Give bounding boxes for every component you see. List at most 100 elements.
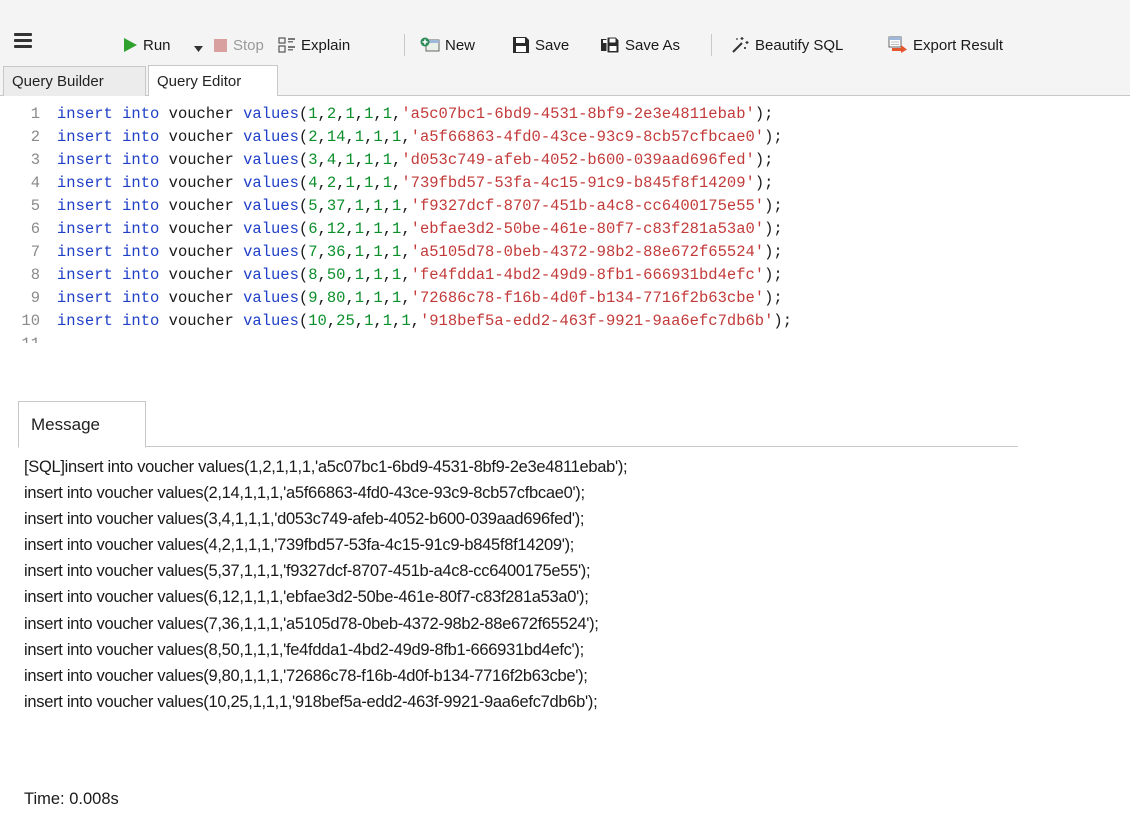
sql-number: 1 (373, 220, 383, 238)
punctuation: , (326, 312, 337, 330)
tab-message[interactable]: Message (18, 401, 146, 448)
message-line: insert into voucher values(5,37,1,1,1,'f… (24, 562, 591, 581)
punctuation: , (392, 151, 402, 169)
sql-keyword: values (243, 151, 299, 169)
line-number: 3 (30, 151, 40, 169)
sql-keyword: values (243, 289, 299, 307)
tab-label: Message (31, 414, 100, 434)
sql-number: 1 (345, 174, 355, 192)
sql-number: 1 (354, 243, 365, 261)
line-number: 7 (30, 243, 40, 261)
punctuation: , (401, 220, 411, 238)
sql-number: 1 (373, 197, 383, 215)
sql-number: 1 (354, 197, 365, 215)
punctuation: ); (754, 174, 774, 192)
sql-number: 1 (382, 151, 393, 169)
punctuation: ); (764, 220, 783, 238)
punctuation: ( (298, 105, 309, 123)
sql-keyword: insert (57, 312, 113, 330)
code-line: 6 insert into voucher values(6,12,1,1,1,'… (0, 218, 783, 241)
save-button[interactable]: Save (512, 31, 569, 59)
sql-number: 8 (308, 266, 318, 284)
punctuation: , (364, 243, 374, 261)
sql-number: 1 (373, 266, 383, 284)
punctuation: , (401, 128, 411, 146)
code-text: insert into voucher values(5,37,1,1,1,'f… (57, 195, 783, 218)
save-label: Save (535, 36, 570, 54)
line-number: 6 (30, 220, 40, 238)
beautify-sql-label: Beautify SQL (755, 36, 844, 54)
export-result-button[interactable]: Export Result (888, 31, 1003, 59)
sql-number: 36 (326, 243, 346, 261)
explain-button[interactable]: Explain (278, 31, 350, 59)
punctuation: , (364, 128, 374, 146)
line-number: 1 (30, 105, 40, 123)
sql-number: 1 (345, 105, 355, 123)
punctuation: , (364, 266, 374, 284)
run-dropdown-button[interactable] (194, 39, 203, 57)
punctuation: , (317, 220, 327, 238)
code-line: 2 insert into voucher values(2,14,1,1,1,'… (0, 126, 783, 149)
beautify-sql-button[interactable]: Beautify SQL (730, 31, 843, 59)
sql-number: 4 (326, 151, 337, 169)
sql-keyword: into (122, 243, 160, 261)
toolbar-separator (711, 34, 712, 56)
sql-editor[interactable]: 1 insert into voucher values(1,2,1,1,1,'a… (0, 97, 1130, 379)
stop-button[interactable]: Stop (213, 31, 264, 59)
message-line: [SQL]insert into voucher values(1,2,1,1,… (24, 458, 628, 476)
sql-number: 1 (373, 128, 383, 146)
punctuation: ( (298, 197, 309, 215)
sql-number: 14 (326, 128, 346, 146)
sql-number: 5 (308, 197, 318, 215)
sql-keyword: values (243, 220, 299, 238)
code-line: 4 insert into voucher values(4,2,1,1,1,'7… (0, 172, 774, 195)
code-line: 9 insert into voucher values(9,80,1,1,1,'… (0, 287, 783, 310)
new-button[interactable]: New (420, 31, 475, 59)
punctuation: , (373, 105, 383, 123)
tab-query-builder[interactable]: Query Builder (3, 66, 146, 96)
message-line: insert into voucher values(3,4,1,1,1,'d0… (24, 510, 585, 529)
punctuation: , (354, 312, 365, 330)
hamburger-menu-icon[interactable] (14, 33, 32, 49)
sql-keyword: into (122, 105, 160, 123)
message-line: insert into voucher values(6,12,1,1,1,'e… (24, 588, 589, 607)
tab-query-editor[interactable]: Query Editor (148, 65, 278, 96)
code-line: 8 insert into voucher values(8,50,1,1,1,'… (0, 264, 783, 287)
sql-number: 2 (308, 128, 318, 146)
sql-keyword: insert (57, 128, 113, 146)
sql-keyword: values (243, 266, 299, 284)
punctuation: , (317, 128, 327, 146)
sql-number: 1 (354, 266, 365, 284)
punctuation: , (382, 128, 393, 146)
punctuation: ); (764, 243, 783, 261)
sql-table-name: voucher (168, 220, 234, 238)
punctuation: , (392, 312, 402, 330)
sql-keyword: into (122, 197, 160, 215)
punctuation: , (317, 151, 327, 169)
magic-wand-icon (732, 37, 749, 53)
punctuation: , (345, 289, 355, 307)
sql-number: 1 (392, 266, 402, 284)
code-text: insert into voucher values(1,2,1,1,1,'a5… (57, 103, 773, 126)
run-button[interactable]: Run (122, 31, 171, 59)
code-line: 7 insert into voucher values(7,36,1,1,1,'… (0, 241, 783, 264)
punctuation: , (401, 197, 411, 215)
sql-number: 37 (326, 197, 346, 215)
sql-table-name: voucher (168, 151, 234, 169)
run-label: Run (143, 36, 171, 54)
save-as-button[interactable]: Save As (600, 31, 680, 59)
punctuation: , (345, 266, 355, 284)
code-text: insert into voucher values(8,50,1,1,1,'f… (57, 264, 783, 287)
save-as-icon (601, 36, 620, 54)
punctuation: , (364, 289, 374, 307)
code-line: 3 insert into voucher values(3,4,1,1,1,'d… (0, 149, 774, 172)
punctuation: , (345, 243, 355, 261)
